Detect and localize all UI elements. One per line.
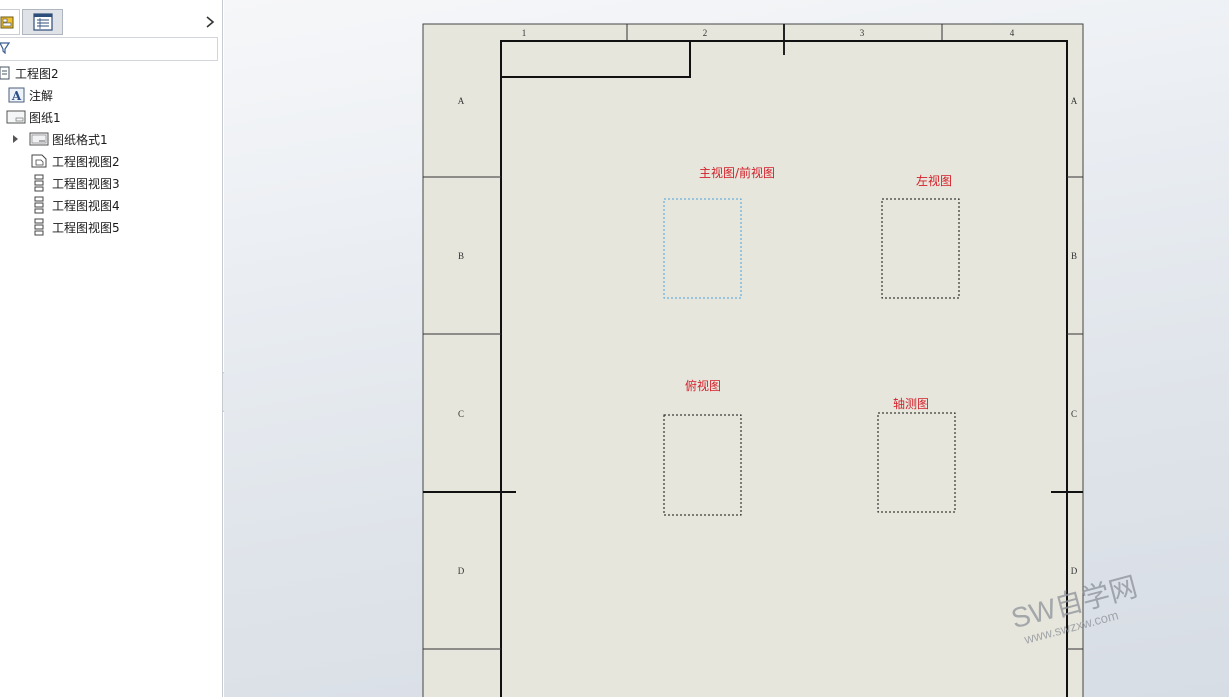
tree-item-label: 注解 [29,88,54,103]
tree-item-view5[interactable]: 工程图视图5 [29,216,120,238]
tree-item-label: 图纸格式1 [52,132,108,147]
zone-row-label: A [1071,96,1078,106]
tree-root-label: 工程图2 [15,66,59,81]
tree-item-sheet1[interactable]: 图纸1 [6,106,61,128]
annotation-folder-icon: A [6,86,26,104]
tab-feature-manager[interactable] [0,9,20,35]
view-label-front: 主视图/前视图 [699,165,775,180]
zone-column-label: 2 [703,28,708,38]
expand-triangle-icon[interactable] [12,134,20,144]
tree-root-drawing[interactable]: 工程图2 [0,62,59,84]
drawing-view-icon [29,174,49,192]
chevron-right-icon[interactable] [203,14,217,30]
view-label-left: 左视图 [916,173,952,188]
sheet-format-icon [29,130,49,148]
tree-item-view3[interactable]: 工程图视图3 [29,172,120,194]
tree-item-label: 工程图视图2 [52,154,120,169]
drawing-view-icon [29,218,49,236]
tree-item-sheet-format[interactable]: 图纸格式1 [29,128,108,150]
drawing-sheet-canvas: 1 2 3 4 A B C D A B C D 主视图/前视图 左视图 俯视图 … [422,23,1141,697]
tree-item-label: 工程图视图4 [52,198,120,213]
drawing-doc-icon [0,64,12,82]
zone-row-label: C [1071,409,1077,419]
panel-tab-bar [0,9,223,35]
property-list-icon [33,13,53,31]
zone-row-label: D [458,566,465,576]
tree-item-label: 工程图视图3 [52,176,120,191]
drawing-sheet[interactable] [422,23,1084,697]
tab-property-manager[interactable] [22,9,63,35]
svg-text:A: A [11,89,22,103]
zone-row-label: A [458,96,465,106]
zone-row-label: D [1071,566,1078,576]
filter-icon [0,42,10,54]
drawing-view-icon [29,152,49,170]
zone-column-label: 4 [1010,28,1015,38]
tree-item-label: 工程图视图5 [52,220,120,235]
tree-item-view2[interactable]: 工程图视图2 [29,150,120,172]
view-label-isometric: 轴测图 [893,396,929,411]
zone-column-label: 3 [860,28,865,38]
tree-item-label: 图纸1 [29,110,61,125]
view-label-top: 俯视图 [685,378,721,393]
graphics-area[interactable]: 1 2 3 4 A B C D A B C D 主视图/前视图 左视图 俯视图 … [224,0,1229,697]
feature-manager-panel: 工程图2 A 注解 图纸1 图纸格式1 工程图视图2 工程图视图3 工程图视图4… [0,0,223,697]
zone-row-label: C [458,409,464,419]
feature-manager-icon [0,16,14,29]
feature-filter-input[interactable] [0,37,218,61]
tree-item-view4[interactable]: 工程图视图4 [29,194,120,216]
zone-column-label: 1 [522,28,527,38]
tree-item-annotations[interactable]: A 注解 [6,84,53,106]
sheet-icon [6,108,26,126]
zone-row-label: B [1071,251,1077,261]
drawing-view-icon [29,196,49,214]
zone-row-label: B [458,251,464,261]
